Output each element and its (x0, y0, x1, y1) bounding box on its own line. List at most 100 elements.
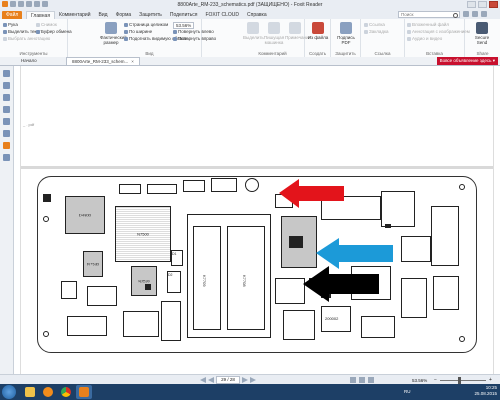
minimize-button[interactable] (467, 1, 476, 8)
clock-date: 25.08.2015 (474, 391, 497, 396)
annotation-arrows (279, 179, 393, 302)
taskbar-explorer[interactable] (22, 385, 38, 399)
link-button[interactable]: Ссылка (364, 22, 385, 27)
hand-tool[interactable]: Рука (3, 22, 18, 27)
bookmark-button[interactable]: Закладка (364, 29, 389, 34)
group-view: Фактический размер Страница целиком По ш… (98, 19, 216, 57)
camera-icon (36, 22, 40, 27)
group-label-insert: Вставка (426, 51, 443, 56)
tab-document[interactable]: 8800Arte_RM-233_schem... × (66, 57, 140, 65)
last-page-icon[interactable] (250, 377, 256, 383)
taskbar-media-player[interactable] (40, 385, 56, 399)
collapse-ribbon-icon[interactable] (481, 11, 487, 17)
bookmarks-icon[interactable] (3, 82, 10, 89)
tab-start[interactable]: Начало (16, 57, 42, 65)
hand-tool-icon[interactable] (3, 70, 10, 77)
security-icon[interactable] (3, 142, 10, 149)
window-controls (467, 1, 498, 8)
fit-page-button[interactable]: Страница целиком (124, 22, 168, 27)
chrome-icon (61, 387, 71, 397)
single-page-icon[interactable] (350, 377, 356, 383)
image-annotation-button[interactable]: Аннотация с изображением (407, 29, 470, 34)
layers-icon[interactable] (3, 106, 10, 113)
language-indicator[interactable]: RU (404, 389, 411, 394)
page-navigation: 29 / 28 (200, 376, 256, 384)
fit-visible-icon (124, 36, 128, 41)
clipboard-button[interactable]: Буфер обмена (36, 29, 72, 34)
rotate-right-icon (173, 36, 177, 41)
actual-size-icon (105, 22, 117, 34)
facing-page-icon[interactable] (368, 377, 374, 383)
audio-video-button[interactable]: Аудио и видео (407, 36, 442, 41)
rotate-left-button[interactable]: Повернуть влево (173, 29, 214, 34)
rotate-right-button[interactable]: Повернуть вправо (173, 36, 216, 41)
clipboard-icon (36, 29, 40, 34)
previous-page-icon[interactable] (208, 377, 214, 383)
file-attachment-button[interactable]: Вложенный файл (407, 22, 449, 27)
first-page-icon[interactable] (200, 377, 206, 383)
help-icon[interactable] (472, 11, 478, 17)
maximize-button[interactable] (478, 1, 487, 8)
title-bar: 8800Arte_RM-233_schematics.pdf (ЗАЩИЩЕНО… (0, 0, 500, 10)
highlight-button[interactable]: Выделить (243, 22, 264, 40)
group-label-comment: Комментарий (258, 51, 287, 56)
secure-send-button[interactable]: Secure Send (469, 22, 495, 45)
search-input[interactable]: Поиск (398, 11, 460, 18)
typewriter-button[interactable]: Пишущая машинка (263, 22, 285, 45)
bookmark-icon (364, 29, 368, 34)
page-number-input[interactable]: 29 / 28 (216, 376, 240, 384)
highlight-icon (247, 22, 259, 34)
signature-panel-icon[interactable] (3, 154, 10, 161)
system-clock[interactable]: 10:25 25.08.2015 (474, 385, 497, 397)
snapshot-tool[interactable]: Снимок (36, 22, 57, 27)
comments-icon[interactable] (3, 118, 10, 125)
start-button[interactable] (2, 385, 16, 399)
group-create: Из файла Создать (305, 19, 331, 57)
zoom-select[interactable]: 53.56% (173, 22, 195, 29)
paperclip-icon (407, 22, 411, 27)
taskbar-chrome[interactable] (58, 385, 74, 399)
group-tools: Рука Выделить текст Выбрать аннотацию Сн… (0, 19, 72, 57)
black-arrow (303, 266, 379, 302)
actual-size-button[interactable]: Фактический размер (100, 22, 127, 45)
group-links: Ссылка Закладка Ссылка (361, 19, 405, 57)
typewriter-icon (268, 22, 280, 34)
close-button[interactable] (489, 1, 498, 8)
close-tab-icon[interactable]: × (131, 59, 134, 64)
fit-width-icon (124, 29, 128, 34)
file-menu-button[interactable]: Файл (2, 11, 23, 19)
note-icon (289, 22, 301, 34)
group-label-tools: Инструменты (19, 51, 48, 56)
zoom-slider-thumb[interactable] (458, 377, 461, 384)
group-comment: Выделить Пишущая машинка Примечание Комм… (241, 19, 311, 57)
window-title: 8800Arte_RM-233_schematics.pdf (ЗАЩИЩЕНО… (177, 1, 323, 8)
promo-banner[interactable]: Вовсе объявление здесь ▾ (436, 57, 498, 65)
select-annotation-tool[interactable]: Выбрать аннотацию (3, 36, 50, 41)
continuous-page-icon[interactable] (359, 377, 365, 383)
group-share: Secure Send Share (465, 19, 500, 57)
pdf-file-icon (312, 22, 324, 34)
next-page-icon[interactable] (242, 377, 248, 383)
taskbar-foxit[interactable] (76, 385, 92, 399)
attachments-icon[interactable] (3, 130, 10, 137)
zoom-out-button[interactable]: − (434, 377, 437, 383)
ribbon: Рука Выделить текст Выбрать аннотацию Сн… (0, 19, 500, 58)
fit-page-icon (124, 22, 128, 27)
group-label-share: Share (476, 51, 489, 56)
fit-width-button[interactable]: По ширине (124, 29, 152, 34)
help-icons (463, 11, 487, 17)
note-button[interactable]: Примечание (285, 22, 311, 40)
group-label-links: Ссылка (374, 51, 391, 56)
group-label-view: Вид (145, 51, 154, 56)
zoom-in-button[interactable]: + (489, 377, 492, 383)
document-canvas[interactable]: _ . pdf D4800 N7500 N7530 N7530 D1 D2 K7… (14, 66, 500, 374)
dropdown-arrow-icon: ▾ (492, 58, 495, 63)
from-file-button[interactable]: Из файла (307, 22, 329, 40)
zoom-level[interactable]: 53.56% (412, 378, 427, 383)
sign-pdf-button[interactable]: Подпись PDF (333, 22, 359, 45)
image-icon (407, 29, 411, 34)
settings-icon[interactable] (463, 11, 469, 17)
zoom-slider[interactable] (440, 380, 486, 381)
pages-icon[interactable] (3, 94, 10, 101)
foxit-icon (79, 387, 89, 397)
